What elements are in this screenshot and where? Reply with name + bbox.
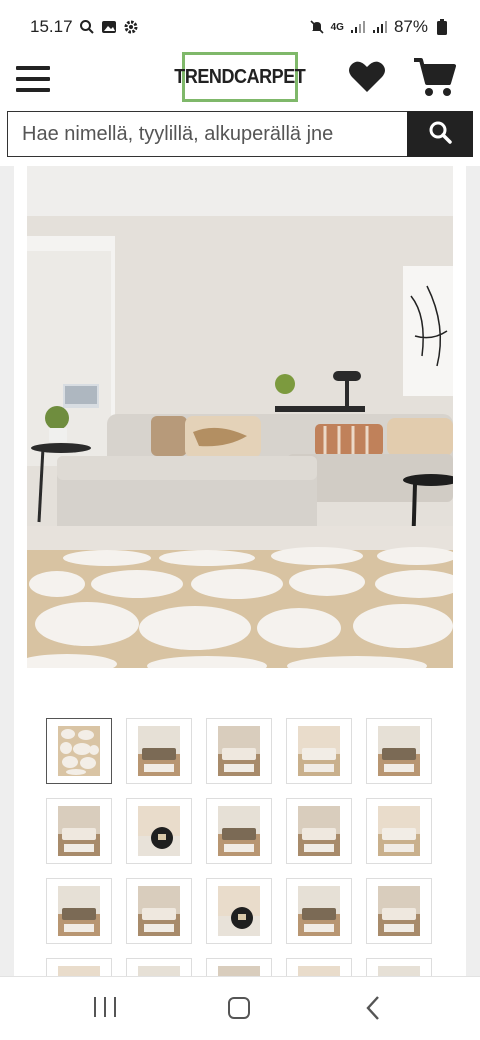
status-left: 15.17	[30, 17, 139, 37]
main-product-image[interactable]	[27, 166, 453, 668]
hamburger-icon[interactable]	[16, 66, 50, 92]
thumbnail[interactable]	[206, 878, 272, 944]
search-bar	[7, 111, 473, 157]
thumbnail[interactable]	[46, 718, 112, 784]
search-icon	[428, 120, 452, 149]
recent-apps-icon[interactable]	[94, 997, 116, 1019]
thumbnail[interactable]	[366, 798, 432, 864]
home-icon[interactable]	[228, 997, 250, 1019]
thumbnail[interactable]	[286, 718, 352, 784]
thumbnail[interactable]	[286, 958, 352, 976]
gallery-status-icon	[101, 19, 117, 35]
heart-icon[interactable]	[348, 60, 386, 94]
thumbnail[interactable]	[286, 878, 352, 944]
thumbnail[interactable]	[46, 798, 112, 864]
cart-icon[interactable]	[412, 56, 456, 98]
thumbnail[interactable]	[366, 878, 432, 944]
thumbnail[interactable]	[46, 958, 112, 976]
thumbnail[interactable]	[366, 958, 432, 976]
thumbnail[interactable]	[286, 798, 352, 864]
settings-status-icon	[123, 19, 139, 35]
network-type: 4G	[330, 21, 344, 33]
signal-icon-2	[372, 19, 388, 35]
thumbnail[interactable]	[46, 878, 112, 944]
thumbnail[interactable]	[206, 958, 272, 976]
logo[interactable]: TRENDCARPET	[174, 52, 306, 102]
status-time: 15.17	[30, 17, 73, 36]
battery-percent: 87%	[393, 17, 428, 36]
system-nav-bar	[0, 976, 480, 1040]
battery-icon	[434, 19, 450, 35]
logo-text: TRENDCARPET	[174, 65, 306, 88]
status-right: 4G 87%	[309, 17, 450, 37]
thumbnail[interactable]	[206, 718, 272, 784]
thumbnail[interactable]	[366, 718, 432, 784]
status-bar: 15.17 4G 87%	[0, 0, 480, 54]
thumbnail-grid	[46, 718, 436, 976]
thumbnail[interactable]	[126, 878, 192, 944]
back-icon[interactable]	[362, 995, 386, 1021]
search-button[interactable]	[407, 111, 473, 157]
thumbnail[interactable]	[126, 718, 192, 784]
thumbnail[interactable]	[126, 798, 192, 864]
signal-icon-1	[350, 19, 366, 35]
search-status-icon	[79, 19, 95, 35]
product-gallery	[14, 166, 466, 976]
site-header: TRENDCARPET	[0, 48, 480, 108]
page-margin-left	[0, 166, 14, 976]
mute-icon	[309, 19, 325, 35]
thumbnail[interactable]	[206, 798, 272, 864]
page-margin-right	[466, 166, 480, 976]
thumbnail[interactable]	[126, 958, 192, 976]
search-input[interactable]	[7, 111, 407, 157]
